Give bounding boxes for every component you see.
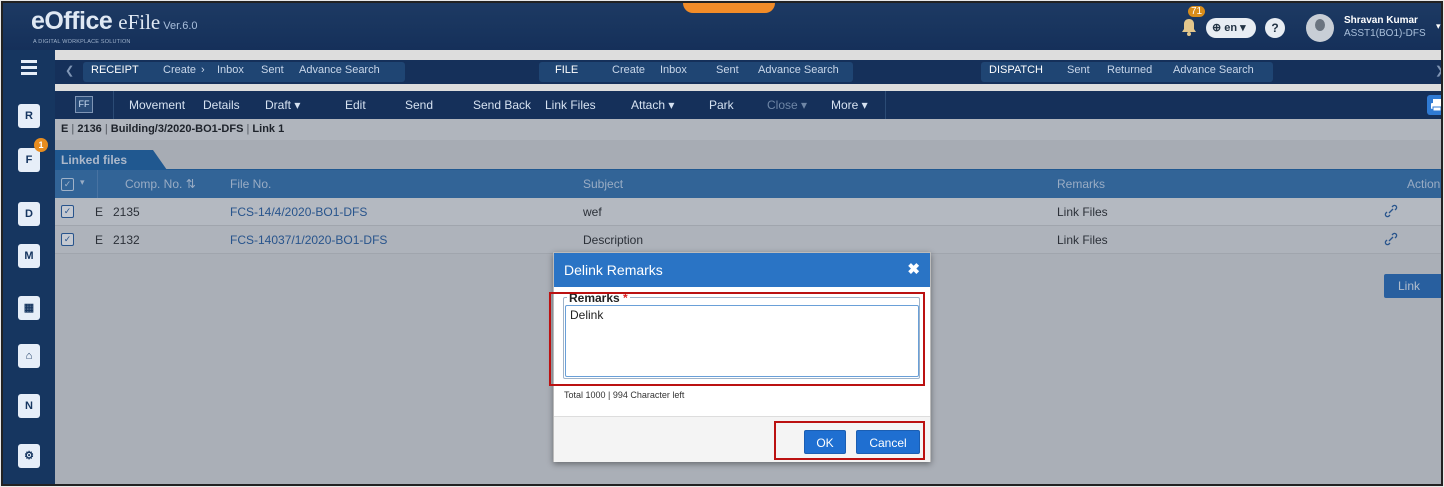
receipt-create-link[interactable]: Create	[163, 64, 196, 76]
notification-bell-icon[interactable]: 71	[1180, 6, 1206, 37]
dak-module-icon[interactable]: ▦	[13, 292, 45, 324]
park-button[interactable]: Park	[709, 98, 734, 112]
receipt-sent-link[interactable]: Sent	[261, 64, 284, 76]
dispatch-advance-search-link[interactable]: Advance Search	[1173, 64, 1254, 76]
file-label: FILE	[555, 64, 579, 76]
receipt-label: RECEIPT	[91, 64, 139, 76]
remarks-highlight-box	[549, 292, 925, 386]
nav-scroll-right-icon[interactable]: ❯	[1435, 64, 1441, 77]
notes-module-icon[interactable]: N	[13, 390, 45, 422]
file-module-badge: 1	[34, 138, 48, 152]
receipt-inbox-link[interactable]: Inbox	[217, 64, 244, 76]
dispatch-returned-link[interactable]: Returned	[1107, 64, 1152, 76]
app-name: eFile	[118, 10, 161, 34]
dispatch-sent-link[interactable]: Sent	[1067, 64, 1090, 76]
send-back-button[interactable]: Send Back	[473, 98, 531, 112]
dialog-header: Delink Remarks ✖	[554, 253, 930, 287]
nav-scroll-left-icon[interactable]: ❮	[65, 64, 74, 77]
user-info[interactable]: Shravan Kumar ASST1(BO1)-DFS	[1344, 14, 1426, 40]
file-advance-search-link[interactable]: Advance Search	[758, 64, 839, 76]
home-module-icon[interactable]: ⌂	[13, 340, 45, 372]
movement-button[interactable]: Movement	[129, 98, 185, 112]
user-role: ASST1(BO1)-DFS	[1344, 28, 1426, 39]
receipt-create-arrow-icon[interactable]: ›	[201, 64, 205, 76]
file-sent-link[interactable]: Sent	[716, 64, 739, 76]
buttons-highlight-box	[774, 421, 925, 460]
draft-button[interactable]: Draft ▾	[265, 98, 300, 112]
file-module-icon[interactable]: F1	[13, 138, 48, 176]
draft-label: Draft	[265, 98, 292, 112]
details-button[interactable]: Details	[203, 98, 240, 112]
menu-toggle-icon[interactable]	[13, 58, 45, 90]
language-selector[interactable]: ⊕ en ▾	[1206, 18, 1256, 38]
toolbar-divider	[885, 91, 886, 119]
file-toolbar: FF Movement Details Draft ▾ Edit Send Se…	[55, 91, 1441, 119]
close-label: Close	[767, 98, 798, 112]
user-avatar[interactable]	[1306, 14, 1334, 42]
more-label: More	[831, 98, 859, 112]
app-logo: eOffice eFile Ver.6.0 A DIGITAL WORKPLACE …	[31, 7, 198, 45]
user-name: Shravan Kumar	[1344, 15, 1418, 26]
file-inbox-link[interactable]: Inbox	[660, 64, 687, 76]
dispatch-label: DISPATCH	[989, 64, 1043, 76]
brand-tagline: A DIGITAL WORKPLACE SOLUTION	[33, 39, 131, 45]
character-counter: Total 1000 | 994 Character left	[564, 390, 685, 400]
ff-icon[interactable]: FF	[75, 96, 93, 113]
toolbar-divider	[113, 91, 114, 119]
file-create-link[interactable]: Create	[612, 64, 645, 76]
user-menu-caret-icon[interactable]: ▾	[1436, 21, 1441, 32]
module-nav-bar: ❮ RECEIPT Create › Inbox Sent Advance Se…	[55, 60, 1441, 84]
meeting-module-icon[interactable]: M	[13, 240, 45, 272]
dialog-title: Delink Remarks	[564, 262, 663, 278]
left-sidebar: R F1 D M ▦ ⌂ N ⚙	[3, 50, 55, 484]
link-files-button[interactable]: Link Files	[545, 98, 596, 112]
print-icon[interactable]	[1427, 95, 1441, 115]
close-button: Close ▾	[767, 98, 808, 112]
close-icon[interactable]: ✖	[907, 260, 920, 278]
brand-name: eOffice	[31, 7, 113, 35]
send-button[interactable]: Send	[405, 98, 433, 112]
receipt-advance-search-link[interactable]: Advance Search	[299, 64, 380, 76]
attach-button[interactable]: Attach ▾	[631, 98, 674, 112]
dispatch-module-icon[interactable]: D	[13, 198, 45, 230]
notification-count: 71	[1188, 6, 1206, 17]
language-value: en	[1224, 22, 1238, 34]
receipt-module-icon[interactable]: R	[13, 100, 45, 132]
more-button[interactable]: More ▾	[831, 98, 868, 112]
help-icon[interactable]: ?	[1265, 18, 1285, 38]
attach-label: Attach	[631, 98, 666, 112]
settings-user-icon[interactable]: ⚙	[13, 440, 45, 472]
app-header: eOffice eFile Ver.6.0 A DIGITAL WORKPLACE …	[3, 3, 1441, 50]
header-pull-tab[interactable]	[683, 3, 775, 13]
app-version: Ver.6.0	[163, 20, 198, 32]
app-window: eOffice eFile Ver.6.0 A DIGITAL WORKPLACE …	[1, 1, 1443, 486]
edit-button[interactable]: Edit	[345, 98, 366, 112]
